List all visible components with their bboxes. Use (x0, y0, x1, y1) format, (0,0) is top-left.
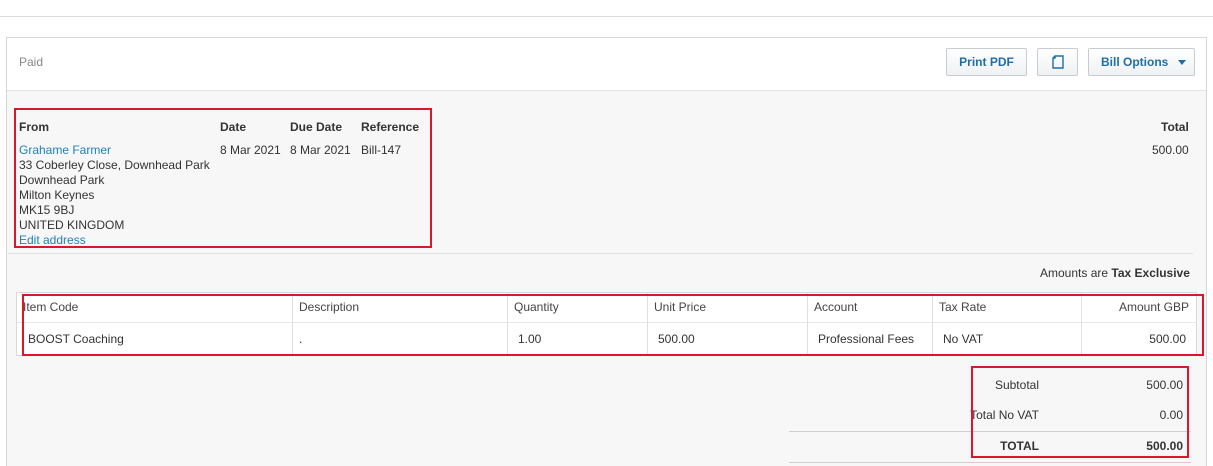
bill-header-bar: Paid Print PDF Bill Options (7, 38, 1206, 91)
totals-divider (789, 462, 1191, 463)
print-pdf-button[interactable]: Print PDF (946, 48, 1027, 76)
top-bar (0, 0, 1213, 17)
bill-total: 500.00 (1152, 143, 1189, 157)
divider (8, 253, 1193, 254)
total-label: Total (1161, 120, 1189, 134)
amounts-note-prefix: Amounts are (1040, 266, 1109, 280)
copy-button[interactable] (1037, 48, 1078, 76)
highlight-header-box (14, 108, 432, 248)
bill-options-label: Bill Options (1101, 55, 1169, 69)
bill-status: Paid (19, 55, 44, 69)
amounts-note: Amounts are Tax Exclusive (1040, 266, 1190, 280)
highlight-totals-box (971, 366, 1189, 458)
copy-icon (1051, 54, 1064, 69)
highlight-table-box (22, 294, 1204, 356)
caret-down-icon (1178, 59, 1187, 65)
amounts-note-value: Tax Exclusive (1111, 266, 1190, 280)
bill-options-button[interactable]: Bill Options (1088, 48, 1195, 76)
